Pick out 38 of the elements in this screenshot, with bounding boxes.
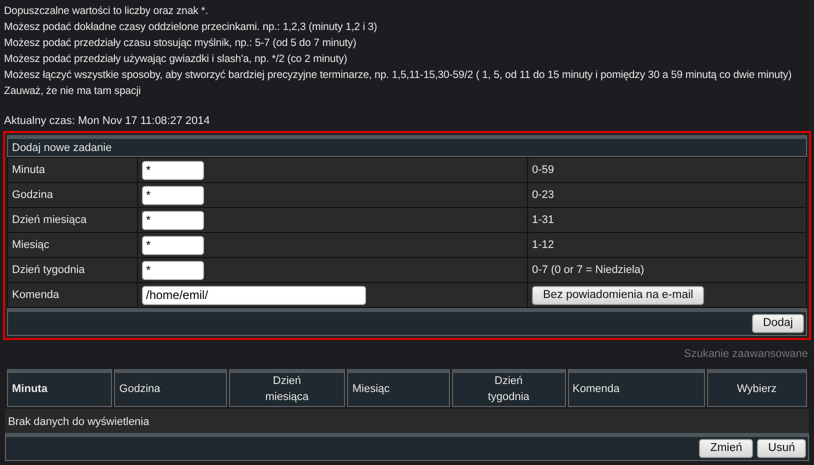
help-text: Zauważ, że nie ma tam spacji xyxy=(4,84,142,99)
help-text: Dopuszczalne wartości to liczby oraz znak *. xyxy=(4,4,210,19)
email-option-button[interactable]: Bez powiadomienia na e-mail xyxy=(532,286,704,304)
field-label: Minuta xyxy=(8,158,138,182)
empty-message: Brak danych do wyświetlenia xyxy=(5,408,809,432)
field-label: Miesiąc xyxy=(8,232,138,258)
advanced-search-link[interactable]: Szukanie zaawansowane xyxy=(0,340,814,368)
column-header[interactable]: Wybierz xyxy=(706,368,807,406)
input-field[interactable]: * xyxy=(142,160,204,180)
range-hint: 1-12 xyxy=(528,232,806,258)
column-header[interactable]: Dzień miesiąca xyxy=(228,368,346,406)
help-text: Możesz podać przedziały czasu stosując myślnik, np.: 5-7 (od 5 do 7 minuty) xyxy=(4,36,358,51)
column-header[interactable]: Minuta xyxy=(7,368,112,406)
column-header[interactable]: Komenda xyxy=(568,368,705,406)
field-label: Dzień tygodnia xyxy=(8,258,138,282)
input-field[interactable]: /home/emil/ xyxy=(142,286,366,304)
delete-button[interactable]: Usuń xyxy=(757,438,806,458)
help-text: Możesz podać przedziały używając gwiazdki i slash'a, np. */2 (co 2 minuty) xyxy=(4,52,348,67)
help-text: Możesz łączyć wszystkie sposoby, aby stworzyć bardziej precyzyjne terminarze, np. 1,5,11-15,30-59/2 ( 1, 5, od 11 do 15 minuty i pomiędzy 30 a 59 minutą co dwie minuty) xyxy=(4,68,793,83)
field-label: Godzina xyxy=(8,182,138,208)
range-hint: 0-59 xyxy=(528,158,806,182)
input-field[interactable]: * xyxy=(142,236,204,254)
range-hint: 0-7 (0 or 7 = Niedziela) xyxy=(528,258,806,282)
column-header[interactable]: Godzina xyxy=(114,368,227,406)
range-hint: 1-31 xyxy=(528,208,806,232)
column-header[interactable]: Miesiąc xyxy=(347,368,450,406)
range-hint: 0-23 xyxy=(528,182,806,208)
change-button[interactable]: Zmień xyxy=(699,438,754,458)
field-label: Dzień miesiąca xyxy=(8,208,138,232)
input-field[interactable]: * xyxy=(142,186,204,204)
help-text: Możesz podać dokładne czasy oddzielone przecinkami. np.: 1,2,3 (minuty 1,2 i 3) xyxy=(4,20,378,35)
field-label: Komenda xyxy=(8,282,138,308)
form-title: Dodaj nowe zadanie xyxy=(7,135,807,157)
column-header[interactable]: Dzień tygodnia xyxy=(452,368,566,406)
input-field[interactable]: * xyxy=(142,210,204,230)
current-time: Aktualny czas: Mon Nov 17 11:08:27 2014 xyxy=(4,114,211,129)
input-field[interactable]: * xyxy=(142,260,204,280)
add-button[interactable]: Dodaj xyxy=(752,314,804,333)
